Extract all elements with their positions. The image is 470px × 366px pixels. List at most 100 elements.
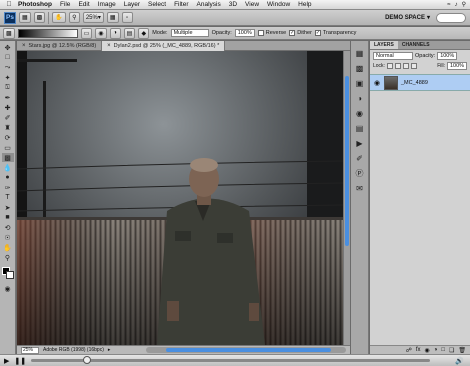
mail-icon[interactable]: ✉ xyxy=(354,182,366,194)
3d-orbit-tool[interactable]: ☉ xyxy=(2,233,14,242)
menu-edit[interactable]: Edit xyxy=(74,0,93,10)
document-info[interactable]: Adobe RGB (1998) (16bpc) xyxy=(43,347,104,353)
play-icon[interactable]: ▶ xyxy=(4,357,9,365)
horizontal-scroll-thumb[interactable] xyxy=(166,348,331,352)
diamond-gradient-button[interactable]: ◆ xyxy=(138,27,150,39)
pen-tool[interactable]: ✑ xyxy=(2,183,14,192)
mode-select[interactable]: Multiple xyxy=(170,29,209,37)
pause-icon[interactable]: ❚❚ xyxy=(14,357,26,365)
tab-layers[interactable]: LAYERS xyxy=(370,41,398,49)
layer-thumbnail[interactable] xyxy=(384,75,398,90)
lock-transparency-button[interactable] xyxy=(386,63,393,69)
arrange-documents-button[interactable]: ▦ xyxy=(106,12,119,23)
hand-tool-button[interactable]: ✋ xyxy=(52,12,66,23)
screen-mode-button[interactable]: ▫ xyxy=(121,12,133,23)
link-layers-icon[interactable]: ☍ xyxy=(406,347,412,354)
wifi-icon[interactable]: ≈ xyxy=(447,0,450,10)
menu-window[interactable]: Window xyxy=(263,0,294,10)
layer-row[interactable]: ◉ _MC_4889 xyxy=(370,74,470,91)
workspace-switcher[interactable]: DEMO SPACE ▾ xyxy=(385,14,430,22)
lock-all-button[interactable] xyxy=(410,63,417,69)
actions-panel-icon[interactable]: ▶ xyxy=(354,137,366,149)
menu-help[interactable]: Help xyxy=(294,0,315,10)
layer-style-icon[interactable]: fx xyxy=(416,347,421,353)
reverse-option[interactable]: Reverse xyxy=(257,30,286,36)
opacity-field[interactable]: 100% xyxy=(234,29,255,37)
brushes-panel-icon[interactable]: ✐ xyxy=(354,152,366,164)
healing-brush-tool[interactable]: ✚ xyxy=(2,103,14,112)
adjustments-panel-icon[interactable]: ◑ xyxy=(354,92,366,104)
tool-preset-picker[interactable]: ▩ xyxy=(3,27,15,39)
marquee-tool[interactable]: □ xyxy=(2,53,14,62)
brush-tool[interactable]: ✐ xyxy=(2,113,14,122)
transparency-checkbox[interactable]: ✓ xyxy=(314,30,321,36)
lock-pixels-button[interactable] xyxy=(394,63,401,69)
layer-name[interactable]: _MC_4889 xyxy=(401,80,428,86)
menu-3d[interactable]: 3D xyxy=(225,0,241,10)
zoom-level-select[interactable]: 25% ▾ xyxy=(82,12,104,23)
eye-icon[interactable]: ◉ xyxy=(373,79,381,87)
trash-icon[interactable]: 🗑 xyxy=(458,347,466,354)
menu-file[interactable]: File xyxy=(56,0,74,10)
styles-panel-icon[interactable]: ▣ xyxy=(354,77,366,89)
lock-position-button[interactable] xyxy=(402,63,409,69)
history-panel-icon[interactable]: ▤ xyxy=(354,122,366,134)
blur-tool[interactable]: 💧 xyxy=(2,163,14,172)
vertical-scroll-thumb[interactable] xyxy=(345,76,349,246)
dodge-tool[interactable]: ● xyxy=(2,173,14,182)
apple-icon[interactable]:  xyxy=(4,1,14,8)
path-selection-tool[interactable]: ➤ xyxy=(2,203,14,212)
crop-tool[interactable]: ⍂ xyxy=(2,83,14,92)
tab-channels[interactable]: CHANNELS xyxy=(398,41,434,49)
menu-select[interactable]: Select xyxy=(144,0,170,10)
horizontal-scrollbar[interactable] xyxy=(146,347,346,353)
new-group-icon[interactable]: □ xyxy=(441,347,445,353)
tab-stars[interactable]: × Stars.jpg @ 12.5% (RGB/8) xyxy=(17,41,103,51)
hand-tool[interactable]: ✋ xyxy=(2,243,14,252)
masks-panel-icon[interactable]: ◉ xyxy=(354,107,366,119)
tab-dylan2[interactable]: × Dylan2.psd @ 25% (_MC_4889, RGB/16) * xyxy=(102,41,226,51)
zoom-tool[interactable]: ⚲ xyxy=(2,253,14,262)
quick-mask-button[interactable]: ◉ xyxy=(2,284,14,293)
linear-gradient-button[interactable]: ▭ xyxy=(80,27,93,39)
zoom-tool-button[interactable]: ⚲ xyxy=(68,12,80,23)
quick-select-tool[interactable]: ✦ xyxy=(2,73,14,82)
spotlight-icon[interactable]: ⚲ xyxy=(462,0,466,10)
menu-analysis[interactable]: Analysis xyxy=(193,0,225,10)
volume-icon[interactable]: 🔊 xyxy=(455,357,464,365)
document-canvas[interactable] xyxy=(17,51,343,345)
layer-mask-icon[interactable]: ◉ xyxy=(424,347,429,354)
shape-tool[interactable]: ■ xyxy=(2,213,14,222)
new-layer-icon[interactable]: ❏ xyxy=(449,347,454,354)
history-brush-tool[interactable]: ⟳ xyxy=(2,133,14,142)
layer-opacity-field[interactable]: 100% xyxy=(437,51,458,60)
reverse-checkbox[interactable] xyxy=(257,30,264,36)
blend-mode-select[interactable]: Normal xyxy=(373,51,413,60)
dither-checkbox[interactable]: ✓ xyxy=(289,30,296,36)
bridge-button[interactable]: ▦ xyxy=(19,12,31,23)
reflected-gradient-button[interactable]: ▤ xyxy=(123,27,136,39)
foreground-background-colors[interactable] xyxy=(1,267,14,279)
status-zoom-field[interactable]: 25% xyxy=(21,346,39,354)
video-progress-track[interactable] xyxy=(31,356,430,364)
help-search-input[interactable] xyxy=(436,13,466,23)
move-tool[interactable]: ✥ xyxy=(2,43,14,52)
fill-field[interactable]: 100% xyxy=(447,62,467,70)
gradient-tool[interactable]: ▩ xyxy=(1,153,14,162)
volume-icon[interactable]: ♪ xyxy=(455,0,458,10)
adjustment-layer-icon[interactable]: ◑ xyxy=(434,347,438,353)
transparency-option[interactable]: ✓ Transparency xyxy=(314,30,356,36)
menu-layer[interactable]: Layer xyxy=(120,0,144,10)
eraser-tool[interactable]: ▭ xyxy=(2,143,14,152)
vertical-scrollbar[interactable] xyxy=(343,51,350,345)
eyedropper-tool[interactable]: ✒ xyxy=(2,93,14,102)
angle-gradient-button[interactable]: ◑ xyxy=(109,27,121,39)
mini-bridge-button[interactable]: ▩ xyxy=(33,12,46,23)
swatches-panel-icon[interactable]: ▩ xyxy=(354,62,366,74)
chevron-right-icon[interactable]: ▸ xyxy=(108,347,111,353)
background-color-swatch[interactable] xyxy=(5,271,14,279)
video-progress-knob[interactable] xyxy=(83,356,92,364)
gradient-editor-swatch[interactable] xyxy=(17,28,78,38)
clone-stamp-tool[interactable]: ♜ xyxy=(2,123,14,132)
close-icon[interactable]: × xyxy=(22,43,26,49)
